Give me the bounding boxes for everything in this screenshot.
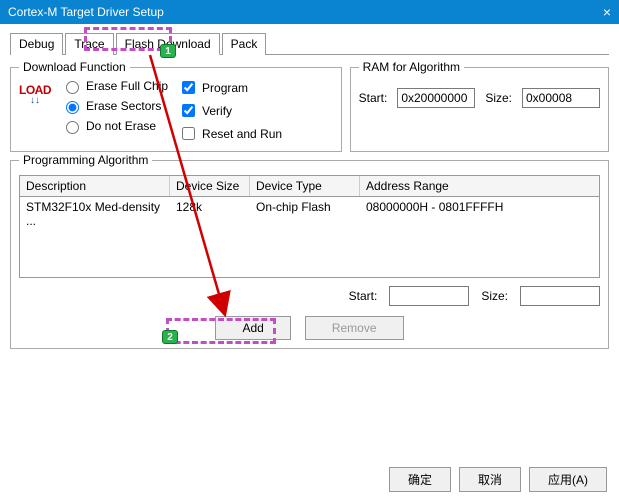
add-button[interactable]: Add: [215, 316, 290, 340]
col-device-size[interactable]: Device Size: [170, 176, 250, 196]
legend-download-function: Download Function: [19, 60, 130, 74]
col-description[interactable]: Description: [20, 176, 170, 196]
load-icon: LOAD ↓↓: [19, 78, 51, 110]
group-programming-algorithm: Programming Algorithm Description Device…: [10, 160, 609, 349]
tab-debug[interactable]: Debug: [10, 33, 63, 55]
group-ram-algorithm: RAM for Algorithm Start: Size:: [350, 67, 609, 152]
annotation-badge-1: 1: [160, 44, 176, 58]
input-ram-start[interactable]: [397, 88, 475, 108]
radio-erase-full-chip[interactable]: Erase Full Chip: [61, 78, 168, 94]
table-row[interactable]: STM32F10x Med-density ... 128k On-chip F…: [20, 197, 599, 231]
radio-erase-sectors[interactable]: Erase Sectors: [61, 98, 168, 114]
group-download-function: Download Function LOAD ↓↓ Erase Full Chi…: [10, 67, 342, 152]
tab-strip: Debug Trace Flash Download Pack: [10, 32, 609, 55]
label-alg-size: Size:: [481, 289, 508, 303]
label-ram-start: Start:: [359, 91, 388, 105]
dialog-content: Debug Trace Flash Download Pack Download…: [0, 24, 619, 361]
window-title: Cortex-M Target Driver Setup: [8, 5, 164, 19]
col-address-range[interactable]: Address Range: [360, 176, 599, 196]
algorithm-table: Description Device Size Device Type Addr…: [19, 175, 600, 278]
label-ram-size: Size:: [485, 91, 512, 105]
close-icon[interactable]: ×: [603, 0, 611, 24]
legend-ram-algorithm: RAM for Algorithm: [359, 60, 464, 74]
checkbox-reset-and-run[interactable]: Reset and Run: [178, 124, 282, 143]
titlebar: Cortex-M Target Driver Setup ×: [0, 0, 619, 24]
radio-do-not-erase[interactable]: Do not Erase: [61, 118, 168, 134]
tab-trace[interactable]: Trace: [65, 33, 113, 55]
apply-button[interactable]: 应用(A): [529, 467, 607, 492]
annotation-badge-2: 2: [162, 330, 178, 344]
cancel-button[interactable]: 取消: [459, 467, 521, 492]
dialog-footer: 确定 取消 应用(A): [389, 467, 607, 492]
ok-button[interactable]: 确定: [389, 467, 451, 492]
legend-programming-algorithm: Programming Algorithm: [19, 153, 152, 167]
tab-pack[interactable]: Pack: [222, 33, 267, 55]
input-alg-size[interactable]: [520, 286, 600, 306]
input-ram-size[interactable]: [522, 88, 600, 108]
col-device-type[interactable]: Device Type: [250, 176, 360, 196]
checkbox-verify[interactable]: Verify: [178, 101, 282, 120]
remove-button[interactable]: Remove: [305, 316, 404, 340]
checkbox-program[interactable]: Program: [178, 78, 282, 97]
label-alg-start: Start:: [349, 289, 378, 303]
input-alg-start[interactable]: [389, 286, 469, 306]
